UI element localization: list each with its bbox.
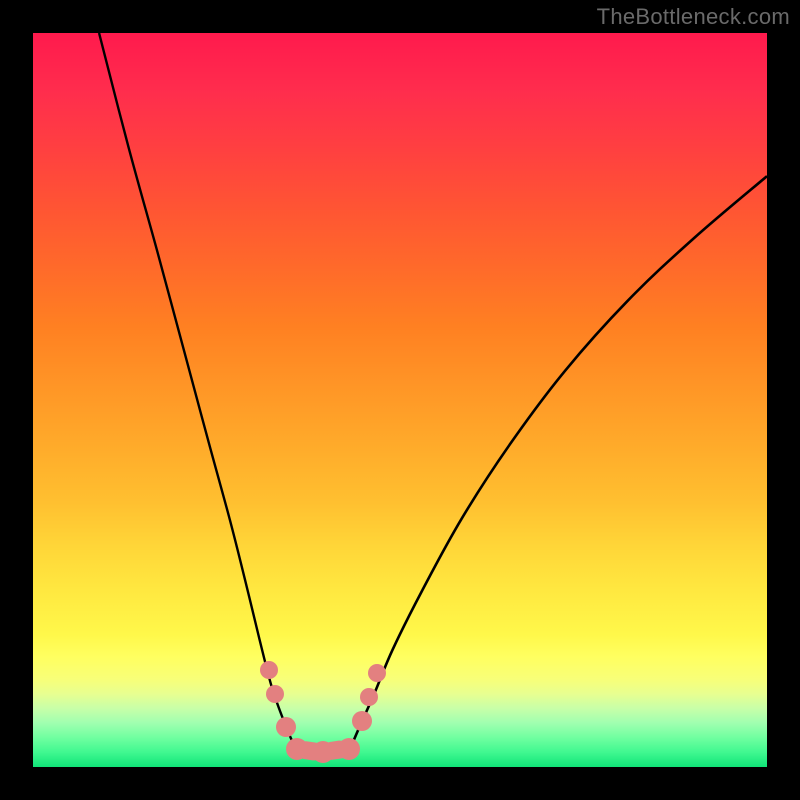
bead-marker <box>360 688 378 706</box>
bead-marker <box>266 685 284 703</box>
bead-marker <box>352 711 372 731</box>
bead-marker <box>276 717 296 737</box>
watermark-text: TheBottleneck.com <box>597 4 790 30</box>
chart-stage: TheBottleneck.com <box>0 0 800 800</box>
plot-area <box>33 33 767 767</box>
bead-marker <box>260 661 278 679</box>
curves-svg <box>33 33 767 767</box>
bead-marker <box>312 741 334 763</box>
bead-marker <box>286 738 308 760</box>
left-curve <box>99 33 297 752</box>
bead-marker <box>368 664 386 682</box>
right-curve <box>349 176 767 752</box>
bead-marker <box>338 738 360 760</box>
